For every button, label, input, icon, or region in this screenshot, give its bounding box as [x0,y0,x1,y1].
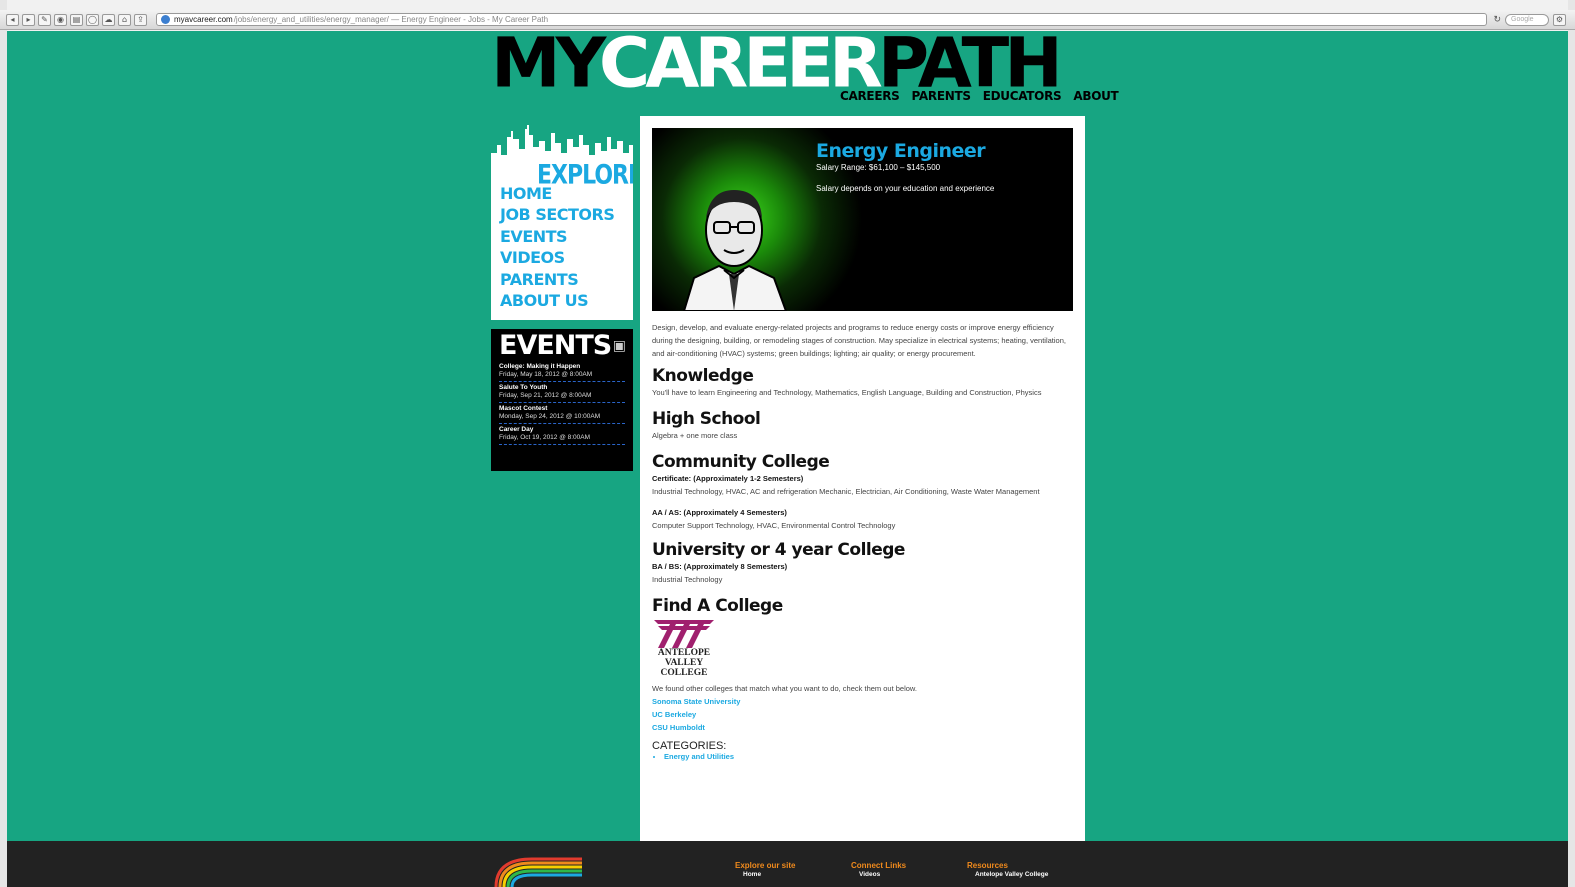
window-frame-left [0,0,7,887]
category-energy-utilities[interactable]: Energy and Utilities [664,752,1073,761]
share-icon[interactable]: ⇪ [134,13,147,26]
cloud-icon[interactable]: ☁ [102,13,115,26]
events-heading: EVENTS ▣ [499,330,626,361]
categories-heading: CATEGORIES: [652,740,727,752]
footer-column-explore: Explore our site Home [735,861,795,879]
logo-career: CAREER [598,22,883,104]
explore-menu-list: HOME JOB SECTORS EVENTS VIDEOS PARENTS A… [500,183,615,311]
event-title: College: Making it Happen [499,363,581,370]
section-heading-high-school: High School [652,409,761,429]
event-item[interactable]: Career Day Friday, Oct 19, 2012 @ 8:00AM [499,424,625,445]
college-logo-line: VALLEY [664,658,704,668]
certificate-text: Industrial Technology, HVAC, AC and refr… [652,487,1040,496]
menu-events[interactable]: EVENTS [500,226,614,247]
ba-label: BA / BS: (Approximately 8 Semesters) [652,562,788,571]
footer-column-resources: Resources Antelope Valley College [967,861,1048,879]
event-title: Mascot Contest [499,405,548,412]
categories-list: Energy and Utilities [652,752,1073,761]
menu-parents[interactable]: PARENTS [500,269,614,290]
event-title: Career Day [499,426,534,433]
site-logo[interactable]: MYCAREERPATH [491,29,1085,98]
college-emblem-icon [654,620,714,648]
footer-heading: Resources [967,861,1008,870]
event-item[interactable]: Salute To Youth Friday, Sep 21, 2012 @ 8… [499,382,625,403]
edit-icon[interactable]: ✎ [38,13,51,26]
forward-button[interactable]: ▸ [22,13,35,26]
menu-videos[interactable]: VIDEOS [500,247,614,268]
events-box: EVENTS ▣ College: Making it Happen Frida… [491,329,633,471]
event-date: Friday, May 18, 2012 @ 8:00AM [499,371,593,378]
event-title: Salute To Youth [499,384,548,391]
event-item[interactable]: Mascot Contest Monday, Sep 24, 2012 @ 10… [499,403,625,424]
engineer-illustration [682,190,788,311]
certificate-label: Certificate: (Approximately 1-2 Semester… [652,474,804,483]
section-heading-knowledge: Knowledge [652,366,754,386]
aa-text: Computer Support Technology, HVAC, Envir… [652,521,896,530]
section-heading-community-college: Community College [652,452,830,472]
page-body: MYCAREERPATH CAREERS PARENTS EDUCATORS A… [7,29,1568,841]
menu-home[interactable]: HOME [500,183,614,204]
aa-label: AA / AS: (Approximately 4 Semesters) [652,508,787,517]
footer-link[interactable]: Antelope Valley College [975,870,1048,879]
window-frame-right [1568,0,1575,887]
reader-icon[interactable]: ▤ [70,13,83,26]
event-date: Friday, Sep 21, 2012 @ 8:00AM [499,392,592,399]
event-item[interactable]: College: Making it Happen Friday, May 18… [499,361,625,382]
footer-link[interactable]: Videos [859,870,906,879]
settings-icon[interactable]: ⚙ [1553,13,1566,26]
nav-educators[interactable]: EDUCATORS [983,89,1062,103]
college-intro: We found other colleges that match what … [652,684,918,693]
salary-range: Salary Range: $61,100 – $145,500 [816,163,941,172]
link-sonoma-state[interactable]: Sonoma State University [652,695,1073,708]
globe-icon [161,15,170,24]
salary-note: Salary depends on your education and exp… [816,184,995,193]
link-csu-humboldt[interactable]: CSU Humboldt [652,721,1073,734]
stop-icon[interactable]: ◯ [86,13,99,26]
reload-icon[interactable]: ↻ [1493,14,1501,25]
nav-about[interactable]: ABOUT [1073,89,1118,103]
section-heading-find-college: Find A College [652,596,783,616]
top-navigation: CAREERS PARENTS EDUCATORS ABOUT [840,89,1119,103]
explore-menu: EXPLORE HOME JOB SECTORS EVENTS VIDEOS P… [491,125,633,320]
college-logo-line: COLLEGE [660,668,708,678]
footer: Explore our site Home Connect Links Vide… [7,841,1568,887]
antelope-valley-college-logo[interactable]: ANTELOPE VALLEY COLLEGE [652,618,1073,678]
bus-icon: ▣ [612,337,626,354]
footer-column-connect: Connect Links Videos [851,861,906,879]
home-icon[interactable]: ⌂ [118,13,131,26]
college-logo-line: ANTELOPE [657,648,711,658]
event-date: Monday, Sep 24, 2012 @ 10:00AM [499,413,601,420]
section-heading-university: University or 4 year College [652,540,905,560]
logo-my: MY [491,22,604,104]
job-title: Energy Engineer [816,140,986,162]
history-icon[interactable]: ◉ [54,13,67,26]
main-content: Energy Engineer Salary Range: $61,100 – … [640,116,1085,841]
job-description: Design, develop, and evaluate energy-rel… [652,323,1066,358]
footer-heading: Connect Links [851,861,907,870]
event-date: Friday, Oct 19, 2012 @ 8:00AM [499,434,591,441]
search-input[interactable]: Google [1505,13,1549,26]
back-button[interactable]: ◂ [6,13,19,26]
job-hero-banner: Energy Engineer Salary Range: $61,100 – … [652,128,1073,311]
nav-parents[interactable]: PARENTS [912,89,972,103]
menu-job-sectors[interactable]: JOB SECTORS [500,204,615,225]
link-uc-berkeley[interactable]: UC Berkeley [652,708,1073,721]
footer-logo[interactable] [492,845,582,887]
footer-link[interactable]: Home [743,870,795,879]
ba-text: Industrial Technology [652,575,723,584]
events-title: EVENTS [499,330,612,361]
knowledge-text: You'll have to learn Engineering and Tec… [652,388,1042,397]
high-school-text: Algebra + one more class [652,431,738,440]
nav-careers[interactable]: CAREERS [840,89,900,103]
address-domain: myavcareer.com [174,15,233,24]
footer-heading: Explore our site [735,861,796,870]
menu-about-us[interactable]: ABOUT US [500,290,614,311]
